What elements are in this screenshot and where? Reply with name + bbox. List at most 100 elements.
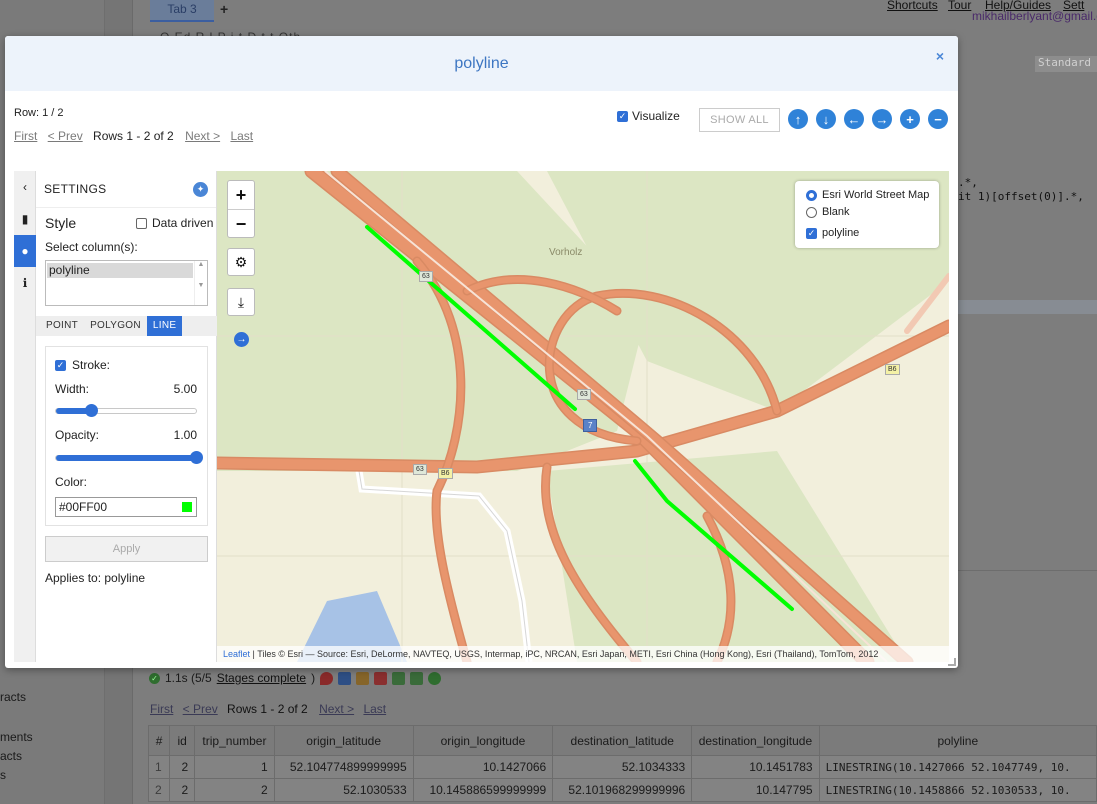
explorer-item[interactable]: ments (0, 730, 33, 744)
radio-unselected-icon[interactable] (806, 206, 817, 218)
row-index: 2 (147, 778, 171, 802)
sql-dialect-label: Standard (1035, 56, 1097, 72)
column-header[interactable]: trip_number (194, 725, 275, 756)
arrow-right-icon[interactable]: → (872, 109, 892, 129)
elapsed-time: 1.1s (5/5 (165, 671, 212, 685)
cell: LINESTRING(10.1458866 52.1030533, 10. (818, 778, 1097, 802)
color-label: Color: (55, 475, 88, 489)
settings-header: SETTINGS (36, 171, 216, 208)
user-email[interactable]: mikhailberlyant@gmail.c (972, 9, 1097, 23)
chart-icon[interactable] (410, 671, 424, 685)
query-status: ✓ 1.1s (5/5 Stages complete) (149, 671, 442, 685)
listbox-scrollbar[interactable]: ▲ ▼ (194, 261, 207, 305)
column-select[interactable]: polyline ▲ ▼ (45, 260, 208, 306)
overlay-polyline[interactable]: ✓ polyline (806, 227, 859, 239)
slider-handle[interactable] (190, 451, 203, 464)
plus-icon[interactable]: + (900, 109, 920, 129)
basemap-esri-street[interactable]: Esri World Street Map (806, 189, 929, 201)
visualize-toggle[interactable]: ✓ Visualize (617, 109, 680, 123)
radio-selected-icon[interactable] (806, 189, 817, 201)
next-link[interactable]: Next > (319, 702, 354, 716)
column-header[interactable]: # (147, 725, 171, 756)
arrow-right-circle-icon[interactable]: → (234, 332, 249, 347)
info-icon[interactable]: ℹ (14, 267, 36, 299)
show-all-button[interactable]: SHOW ALL (699, 108, 780, 132)
stroke-settings: ✓ Stroke: Width: 5.00 Opacity: 1.00 Colo… (45, 346, 208, 526)
slider-handle[interactable] (85, 404, 98, 417)
row-index: 1 (147, 755, 171, 779)
column-header[interactable]: origin_latitude (273, 725, 414, 756)
add-tab-icon[interactable]: + (220, 1, 228, 17)
minus-icon[interactable]: − (928, 109, 948, 129)
first-link[interactable]: First (150, 702, 173, 716)
last-link[interactable]: Last (230, 129, 253, 143)
explorer-item[interactable]: racts (0, 690, 26, 704)
checkbox-unchecked-icon[interactable] (136, 217, 147, 229)
width-slider[interactable] (55, 404, 197, 417)
info-icon[interactable] (428, 671, 442, 685)
results-table: # id trip_number origin_latitude origin_… (147, 725, 1097, 802)
style-label: Style (45, 215, 77, 231)
column-option[interactable]: polyline (47, 263, 193, 278)
leaflet-link[interactable]: Leaflet (223, 649, 250, 659)
prev-link[interactable]: < Prev (183, 702, 218, 716)
map-view[interactable]: Vorholz 63 63 63 B6 7 B6 + − ⚙ ⤓ → Esri … (217, 171, 949, 662)
checkbox-checked-icon[interactable]: ✓ (617, 110, 628, 122)
explorer-item[interactable]: acts (0, 749, 22, 763)
apply-button[interactable]: Apply (45, 536, 208, 562)
shortcuts-link[interactable]: Shortcuts (887, 0, 938, 12)
prev-link[interactable]: < Prev (48, 129, 83, 143)
download-icon[interactable]: ⤓ (227, 288, 255, 316)
tab-polygon[interactable]: POLYGON (84, 316, 147, 336)
download-icon[interactable] (338, 671, 352, 685)
drive-icon[interactable] (392, 671, 406, 685)
stages-link[interactable]: Stages complete (217, 671, 306, 685)
column-header[interactable]: id (169, 725, 196, 756)
checkbox-checked-icon[interactable]: ✓ (806, 227, 817, 239)
layers-control: Esri World Street Map Blank ✓ polyline (795, 181, 939, 248)
gear-icon[interactable]: ⚙ (227, 248, 255, 276)
tab-point[interactable]: POINT (40, 316, 84, 336)
tab-line[interactable]: LINE (146, 316, 183, 336)
geometry-tabs: POINT POLYGON LINE (36, 316, 217, 336)
last-link[interactable]: Last (363, 702, 386, 716)
tour-link[interactable]: Tour (948, 0, 971, 12)
column-header[interactable]: destination_longitude (691, 725, 820, 756)
zoom-in-button[interactable]: + (228, 181, 254, 209)
location-pin-icon[interactable]: ● (14, 235, 36, 267)
next-link[interactable]: Next > (185, 129, 220, 143)
data-driven-toggle[interactable]: Data driven (136, 216, 213, 230)
column-header[interactable]: polyline (818, 725, 1097, 756)
save-icon[interactable] (374, 671, 388, 685)
checkbox-checked-icon[interactable]: ✓ (55, 359, 66, 371)
zoom-out-button[interactable]: − (228, 209, 254, 237)
opacity-slider[interactable] (55, 451, 203, 464)
map-pin-icon[interactable] (320, 671, 334, 685)
explorer-item[interactable]: s (0, 768, 6, 782)
rows-range: Rows 1 - 2 of 2 (93, 129, 174, 143)
arrow-down-icon[interactable]: ↓ (816, 109, 836, 129)
column-header[interactable]: origin_longitude (412, 725, 554, 756)
road-shield: 63 (577, 389, 591, 400)
table-row[interactable]: 2 2 2 52.1030533 10.145886599999999 52.1… (147, 778, 1097, 802)
column-header[interactable]: destination_latitude (552, 725, 693, 756)
collapse-chevron-icon[interactable]: ‹ (14, 171, 36, 203)
stroke-toggle[interactable]: ✓ Stroke: (55, 358, 110, 372)
close-icon[interactable]: × (936, 48, 944, 64)
arrow-left-icon[interactable]: ← (844, 109, 864, 129)
color-swatch[interactable] (182, 502, 192, 512)
map-icon[interactable]: ▮ (14, 203, 36, 235)
pin-icon[interactable]: ✦ (193, 182, 208, 197)
resize-handle-icon[interactable] (948, 658, 956, 666)
geo-viz-dialog: polyline × Row: 1 / 2 First < Prev Rows … (5, 36, 958, 668)
first-link[interactable]: First (14, 129, 37, 143)
tab-3[interactable]: Tab 3 (150, 0, 214, 22)
arrow-up-icon[interactable]: ↑ (788, 109, 808, 129)
color-input[interactable]: #00FF00 (55, 497, 197, 517)
basemap-blank[interactable]: Blank (806, 206, 850, 218)
data-driven-label: Data driven (152, 216, 214, 230)
table-row[interactable]: 1 2 1 52.104774899999995 10.1427066 52.1… (147, 755, 1097, 779)
cell: 1 (194, 755, 275, 779)
copy-icon[interactable] (356, 671, 370, 685)
select-columns-label: Select column(s): (45, 240, 138, 254)
